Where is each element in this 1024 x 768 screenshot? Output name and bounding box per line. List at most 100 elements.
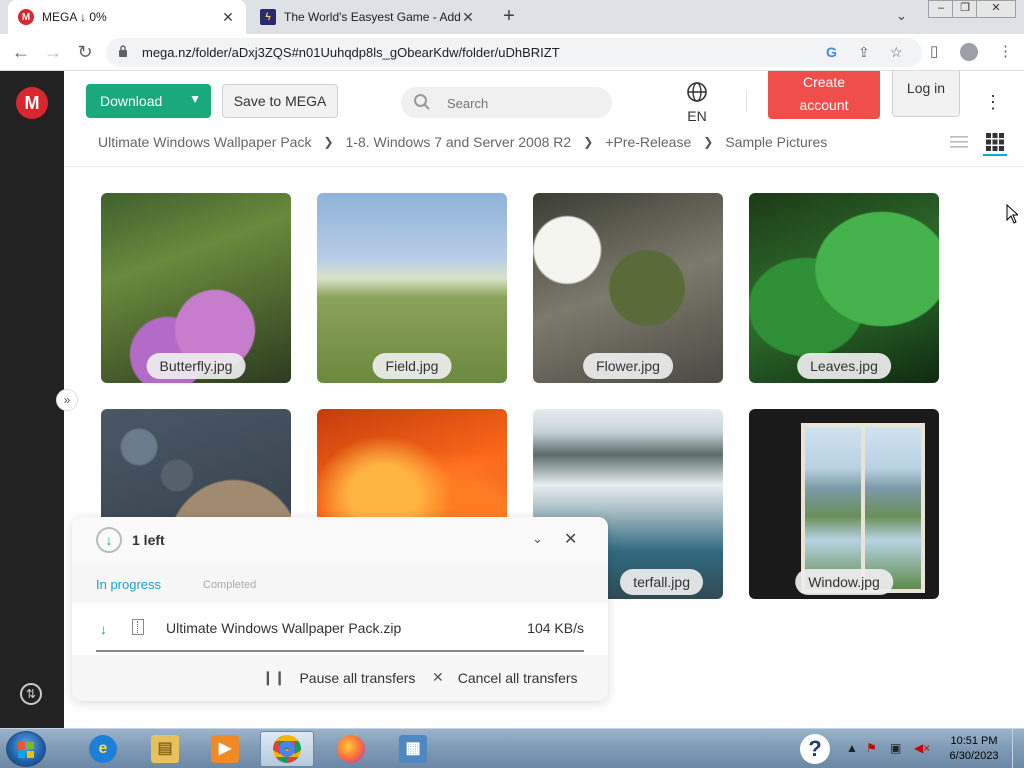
- firefox-icon: [337, 735, 365, 763]
- file-name: Window.jpg: [795, 569, 893, 595]
- file-thumbnail[interactable]: Butterfly.jpg: [101, 193, 291, 383]
- active-view-indicator: [983, 154, 1007, 156]
- share-icon[interactable]: ⇪: [858, 44, 870, 61]
- grid-view-icon[interactable]: [986, 133, 1004, 151]
- language-code: EN: [687, 108, 707, 124]
- help-icon[interactable]: ?: [800, 734, 830, 764]
- address-bar[interactable]: mega.nz/folder/aDxj3ZQS#n01Uuhqdp8ls_gOb…: [106, 38, 922, 67]
- new-tab-button[interactable]: +: [498, 6, 520, 28]
- taskbar-firefox[interactable]: [324, 731, 378, 767]
- transfer-row[interactable]: ↓ Ultimate Windows Wallpaper Pack.zip 10…: [72, 603, 608, 655]
- pause-all-button[interactable]: ❙❙ Pause all transfers: [262, 669, 415, 686]
- close-tab-icon[interactable]: ✕: [220, 9, 236, 26]
- close-window-button[interactable]: ✕: [976, 0, 1016, 18]
- file-name: Butterfly.jpg: [146, 353, 246, 379]
- search-box[interactable]: [401, 87, 612, 118]
- globe-icon: [687, 82, 707, 102]
- file-thumbnail[interactable]: Leaves.jpg: [749, 193, 939, 383]
- windows-taskbar: e ▤ ▶ ▦ ? ▲ ⚑ ▣ ◀× 10:51 PM 6/30/2023: [0, 728, 1024, 768]
- divider: [64, 166, 1024, 167]
- tab-in-progress[interactable]: In progress: [96, 577, 161, 592]
- bookmark-star-icon[interactable]: ☆: [890, 44, 903, 61]
- start-button[interactable]: [6, 731, 46, 767]
- chevron-right-icon: ❯: [583, 135, 594, 149]
- show-desktop-button[interactable]: [1012, 729, 1024, 768]
- taskbar-file-explorer[interactable]: ▤: [138, 731, 192, 767]
- pause-icon: ❙❙: [262, 669, 286, 685]
- lock-icon: [119, 45, 127, 57]
- file-thumbnail[interactable]: Field.jpg: [317, 193, 507, 383]
- taskbar-media-player[interactable]: ▶: [198, 731, 252, 767]
- header-divider: [746, 90, 747, 112]
- transfer-file-name: Ultimate Windows Wallpaper Pack.zip: [166, 620, 402, 636]
- tab-completed[interactable]: Completed: [203, 579, 256, 591]
- language-selector[interactable]: EN: [681, 81, 713, 124]
- media-player-icon: ▶: [211, 735, 239, 763]
- file-explorer-icon: ▤: [151, 735, 179, 763]
- breadcrumb-item[interactable]: Sample Pictures: [725, 134, 827, 150]
- close-icon[interactable]: ✕: [564, 529, 577, 549]
- taskbar-control-panel[interactable]: ▦: [386, 731, 440, 767]
- reload-button[interactable]: ↻: [74, 42, 96, 64]
- breadcrumb-item[interactable]: 1-8. Windows 7 and Server 2008 R2: [346, 134, 572, 150]
- collapse-chevron-icon[interactable]: ⌄: [532, 531, 543, 547]
- close-tab-icon[interactable]: ✕: [460, 9, 476, 26]
- breadcrumb-item[interactable]: +Pre-Release: [605, 134, 691, 150]
- zip-file-icon: [132, 619, 144, 635]
- window-pane: [861, 423, 925, 593]
- search-input[interactable]: [447, 93, 597, 113]
- search-icon: [414, 94, 430, 110]
- more-menu-icon[interactable]: ⋮: [984, 92, 1002, 114]
- network-icon[interactable]: ▣: [890, 741, 901, 755]
- create-account-button[interactable]: Create account: [768, 71, 880, 119]
- clock-date: 6/30/2023: [949, 750, 999, 762]
- tab-search-chevron-icon[interactable]: ⌄: [896, 8, 907, 24]
- transfers-remaining: 1 left: [132, 532, 165, 548]
- taskbar-internet-explorer[interactable]: e: [76, 731, 130, 767]
- download-arrow-icon: ↓: [100, 621, 107, 637]
- internet-explorer-icon: e: [89, 735, 117, 763]
- mouse-cursor-icon: [1006, 204, 1018, 224]
- file-thumbnail[interactable]: Flower.jpg: [533, 193, 723, 383]
- side-panel-icon[interactable]: ▯: [930, 42, 938, 60]
- forward-button[interactable]: →: [42, 42, 64, 64]
- back-button[interactable]: ←: [10, 42, 32, 64]
- chevron-down-icon[interactable]: ▼: [189, 92, 201, 106]
- breadcrumb-item[interactable]: Ultimate Windows Wallpaper Pack: [98, 134, 311, 150]
- download-arrow-icon: ↓: [96, 527, 122, 553]
- tab-game[interactable]: ϟ The World's Easyest Game - Addi ✕: [250, 0, 486, 34]
- system-clock[interactable]: 10:51 PM 6/30/2023: [944, 734, 1004, 764]
- cancel-all-button[interactable]: ✕ Cancel all transfers: [432, 669, 578, 686]
- expand-sidebar-icon[interactable]: »: [56, 389, 78, 411]
- file-name: terfall.jpg: [620, 569, 703, 595]
- minimize-button[interactable]: –: [928, 0, 954, 18]
- file-thumbnail[interactable]: Window.jpg: [749, 409, 939, 599]
- file-name: Field.jpg: [372, 353, 452, 379]
- url-text: mega.nz/folder/aDxj3ZQS#n01Uuhqdp8ls_gOb…: [142, 45, 560, 60]
- windows-logo-icon: [18, 742, 34, 758]
- list-view-icon[interactable]: [950, 134, 968, 150]
- show-hidden-icons-icon[interactable]: ▲: [846, 741, 858, 755]
- google-translate-icon[interactable]: G: [826, 44, 837, 60]
- game-bolt-icon: ϟ: [260, 9, 276, 25]
- browser-toolbar: ← → ↻ mega.nz/folder/aDxj3ZQS#n01Uuhqdp8…: [0, 34, 1024, 71]
- download-button[interactable]: Download ▼: [86, 84, 211, 118]
- login-button[interactable]: Log in: [892, 71, 960, 117]
- tab-mega[interactable]: M MEGA ↓ 0% ✕: [8, 0, 246, 34]
- save-to-mega-button[interactable]: Save to MEGA: [222, 84, 338, 118]
- cancel-x-icon: ✕: [432, 669, 444, 685]
- action-center-icon[interactable]: ⚑: [866, 741, 877, 755]
- browser-menu-icon[interactable]: ⋮: [998, 42, 1013, 60]
- volume-muted-icon[interactable]: ◀×: [914, 741, 930, 755]
- tab-title: MEGA ↓ 0%: [42, 10, 107, 24]
- transfer-manager-panel: ↓ 1 left ⌄ ✕ In progress Completed ↓ Ult…: [72, 517, 608, 701]
- transfer-status-icon[interactable]: ⇅: [20, 683, 42, 705]
- control-panel-icon: ▦: [399, 735, 427, 763]
- profile-avatar-icon[interactable]: [960, 43, 978, 61]
- maximize-button[interactable]: ❐: [952, 0, 978, 18]
- transfer-manager-header[interactable]: ↓ 1 left ⌄ ✕: [72, 517, 608, 563]
- window-pane: [801, 423, 865, 593]
- mega-logo[interactable]: M: [16, 87, 48, 119]
- create-account-label-line1: Create: [802, 74, 846, 90]
- taskbar-chrome[interactable]: [260, 731, 314, 767]
